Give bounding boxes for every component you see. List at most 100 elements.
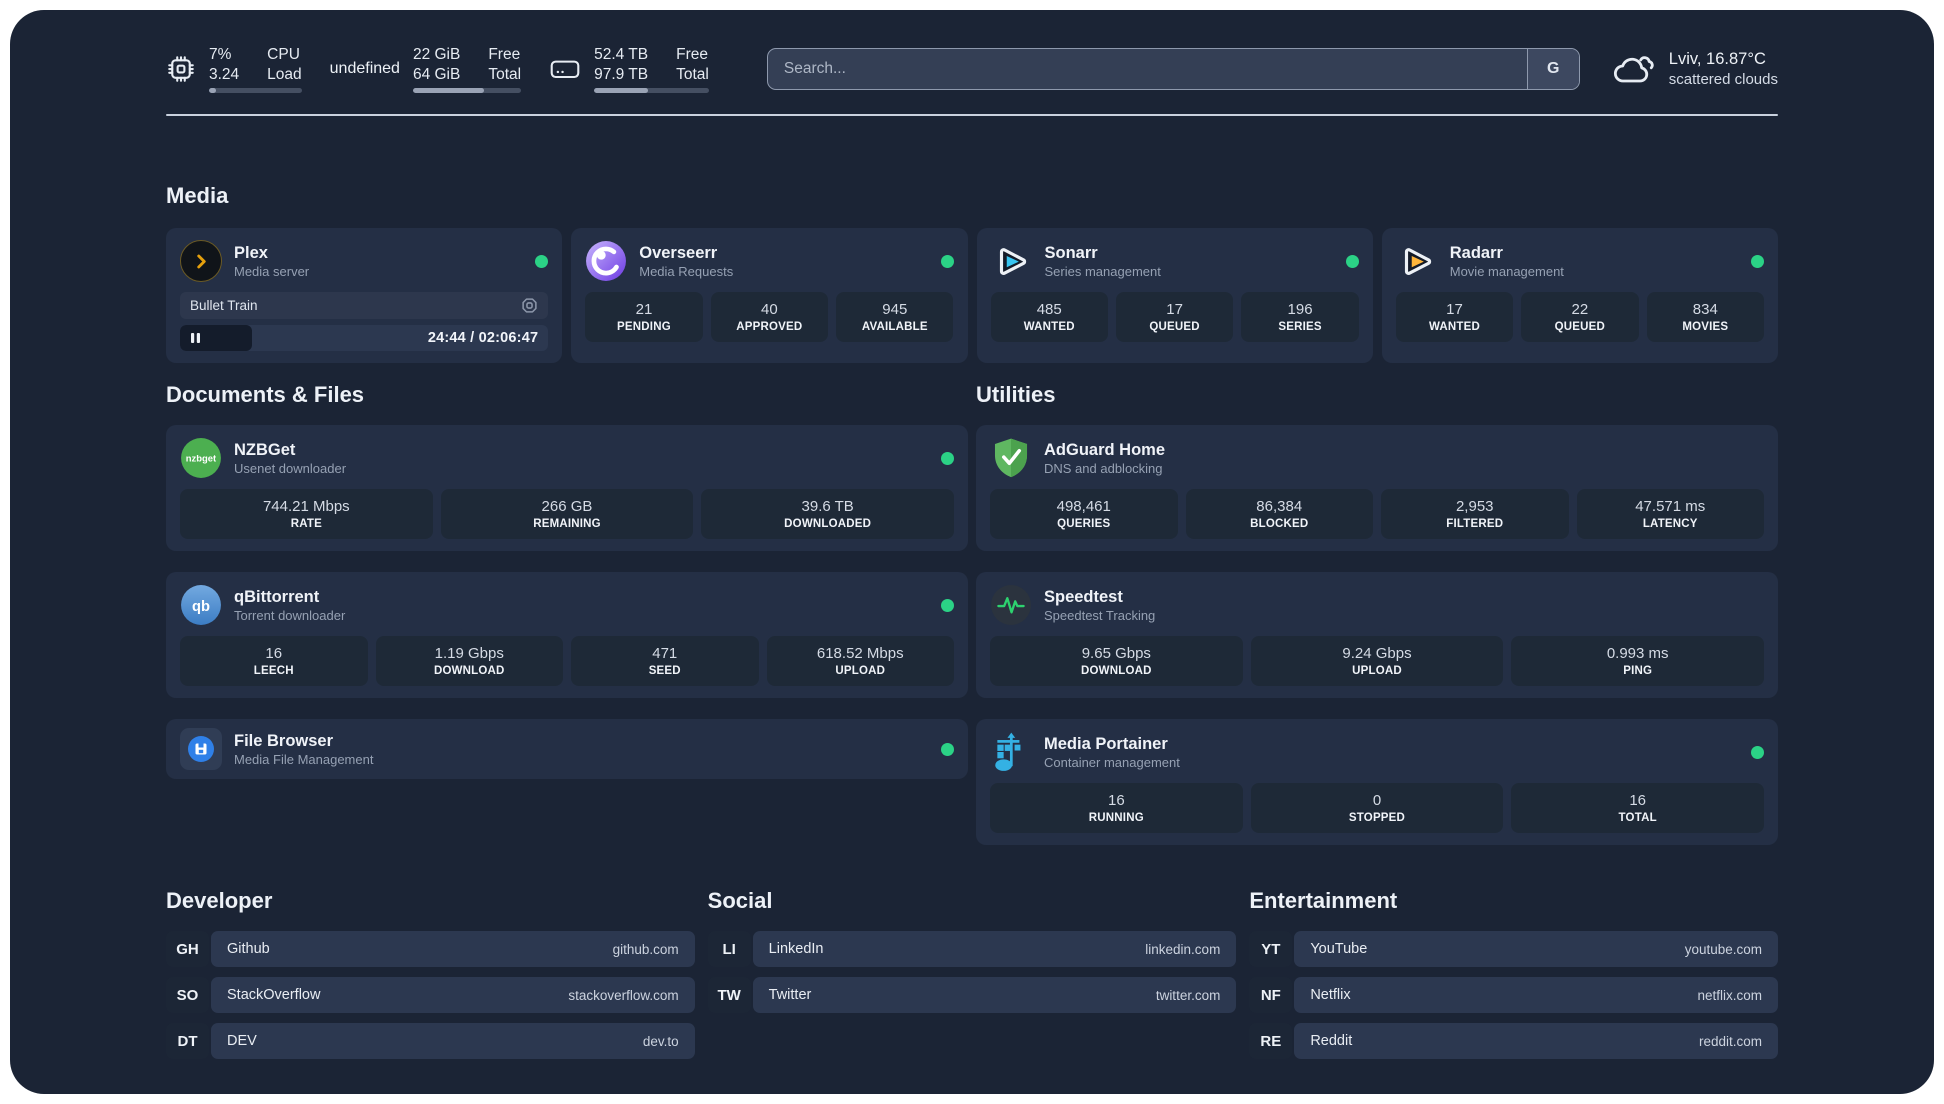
- service-card-qbittorrent[interactable]: qb qBittorrent Torrent downloader 16 LEECH 1.…: [166, 572, 968, 698]
- playback-time: 24:44 / 02:06:47: [427, 330, 539, 346]
- bookmark-name: Twitter: [768, 987, 812, 1003]
- bookmark-netflix[interactable]: NF Netflix netflix.com: [1249, 977, 1778, 1013]
- bookmark-url: twitter.com: [1155, 987, 1221, 1003]
- bookmark-dev[interactable]: DT DEV dev.to: [166, 1023, 695, 1059]
- stat-tile-upload: 618.52 Mbps UPLOAD: [766, 636, 954, 686]
- stat-label: APPROVED: [736, 321, 803, 333]
- service-card-speedtest[interactable]: Speedtest Speedtest Tracking 9.65 Gbps DOWN…: [976, 572, 1778, 698]
- status-online-dot: [941, 598, 954, 612]
- now-playing-row: Bullet Train: [180, 292, 549, 319]
- top-bar: 7% 3.24 CPU Load undefined 22 GiB 64 GiB Free To…: [166, 10, 1778, 100]
- service-card-file-browser[interactable]: File Browser Media File Management: [166, 719, 968, 779]
- service-card-plex[interactable]: Plex Media server Bullet Train 24:44 / 02:0…: [166, 228, 563, 363]
- status-online-dot: [1751, 254, 1764, 268]
- search-box: G: [766, 48, 1580, 90]
- stat-label: LATENCY: [1642, 518, 1698, 530]
- qbittorrent-icon: qb: [180, 584, 222, 626]
- bookmark-name: DEV: [227, 1033, 257, 1049]
- stat-value: 21: [635, 301, 653, 318]
- service-card-nzbget[interactable]: nzbget NZBGet Usenet downloader 744.21 Mbps…: [166, 425, 968, 551]
- system-stats: 7% 3.24 CPU Load undefined 22 GiB 64 GiB Free To…: [166, 45, 737, 93]
- stat-value: 47.571 ms: [1635, 498, 1706, 515]
- service-name: AdGuard Home: [1044, 440, 1166, 459]
- search-provider-button[interactable]: G: [1526, 49, 1579, 89]
- service-name: qBittorrent: [234, 587, 320, 606]
- service-description: DNS and adblocking: [1044, 460, 1163, 476]
- bookmark-linkedin[interactable]: LI LinkedIn linkedin.com: [707, 931, 1237, 967]
- speedtest-icon: [990, 584, 1032, 626]
- playback-progress-fill: [180, 325, 252, 351]
- cpu-value: 3.24: [209, 65, 240, 83]
- playback-progress-bar: 24:44 / 02:06:47: [180, 325, 549, 351]
- section-documents-files: Documents & Files nzbget NZBGet Usenet down…: [166, 381, 968, 845]
- stat-tile-download: 9.65 Gbps DOWNLOAD: [990, 636, 1243, 686]
- section-title-developer: Developer: [166, 888, 273, 913]
- pause-icon: [190, 332, 201, 344]
- bookmark-url: stackoverflow.com: [568, 987, 679, 1003]
- cpu-value: 7%: [209, 46, 232, 63]
- stat-label: LEECH: [253, 665, 294, 677]
- stat-tile-rate: 744.21 Mbps RATE: [180, 489, 433, 539]
- bookmark-url: youtube.com: [1684, 941, 1762, 957]
- bookmark-reddit[interactable]: RE Reddit reddit.com: [1249, 1023, 1778, 1059]
- stat-tile-filtered: 2,953 FILTERED: [1381, 489, 1569, 539]
- bookmark-github[interactable]: GH Github github.com: [166, 931, 695, 967]
- service-card-radarr[interactable]: Radarr Movie management 17 WANTED 22 QUEUED 83…: [1381, 228, 1778, 363]
- stat-label: SEED: [648, 665, 681, 677]
- bookmark-name: Netflix: [1310, 987, 1351, 1003]
- service-card-media-portainer[interactable]: Media Portainer Container management 16 RUN…: [976, 719, 1778, 845]
- stat-label: UPLOAD: [835, 665, 886, 677]
- bookmark-url: netflix.com: [1697, 987, 1762, 1003]
- stat-label: FILTERED: [1446, 518, 1504, 530]
- service-name: Radarr: [1449, 243, 1503, 262]
- stat-value: 0: [1372, 792, 1382, 809]
- ram-icon: undefined: [329, 60, 400, 77]
- stat-label: QUERIES: [1057, 518, 1111, 530]
- disk-value: 97.9 TB: [594, 65, 649, 83]
- service-description: Media File Management: [234, 751, 374, 767]
- service-name: File Browser: [234, 731, 334, 750]
- stat-label: RATE: [290, 518, 322, 530]
- disk-value: Total: [676, 65, 709, 83]
- plex-icon: [180, 240, 222, 282]
- memory-value: Total: [488, 65, 522, 83]
- stat-value: 834: [1692, 301, 1718, 318]
- stat-tile-downloaded: 39.6 TB DOWNLOADED: [701, 489, 954, 539]
- stat-value: 16: [1629, 792, 1646, 809]
- bookmark-stackoverflow[interactable]: SO StackOverflow stackoverflow.com: [166, 977, 695, 1013]
- service-card-overseerr[interactable]: Overseerr Media Requests 21 PENDING 40 APPROV…: [571, 228, 968, 363]
- section-utilities: Utilities AdGuard Home DNS and adblocking 4…: [976, 381, 1778, 845]
- bookmark-youtube[interactable]: YT YouTube youtube.com: [1249, 931, 1778, 967]
- stat-label: QUEUED: [1554, 321, 1606, 333]
- service-name: NZBGet: [234, 440, 296, 459]
- service-description: Media server: [234, 263, 310, 279]
- dashboard-root: 7% 3.24 CPU Load undefined 22 GiB 64 GiB Free To…: [10, 10, 1934, 1094]
- stat-label: DOWNLOAD: [1081, 665, 1152, 677]
- stat-tile-approved: 40 APPROVED: [710, 292, 829, 342]
- bookmark-twitter[interactable]: TW Twitter twitter.com: [707, 977, 1237, 1013]
- disk-usage-bar-fill: [594, 88, 649, 93]
- stat-label: DOWNLOADED: [784, 518, 872, 530]
- service-card-adguard-home[interactable]: AdGuard Home DNS and adblocking 498,461 QUE…: [976, 425, 1778, 551]
- weather-location-temp: Lviv, 16.87°C: [1668, 50, 1766, 68]
- stat-tile-total: 16 TOTAL: [1511, 783, 1764, 833]
- stat-value: 22: [1571, 301, 1589, 318]
- service-card-sonarr[interactable]: Sonarr Series management 485 WANTED 17 QUEUED…: [976, 228, 1373, 363]
- stat-tile-remaining: 266 GB REMAINING: [440, 489, 694, 539]
- section-title-media: Media: [166, 183, 229, 208]
- disk-icon: [549, 54, 581, 84]
- status-online-dot: [941, 451, 954, 465]
- stat-value: 1.19 Gbps: [434, 645, 504, 662]
- stat-label: PING: [1623, 665, 1653, 677]
- sonarr-icon: [991, 240, 1033, 282]
- stat-value: 9.65 Gbps: [1081, 645, 1151, 662]
- topbar-divider: [166, 114, 1778, 116]
- search-input[interactable]: [767, 49, 1527, 89]
- stat-tile-download: 1.19 Gbps DOWNLOAD: [375, 636, 563, 686]
- section-title-documents-files: Documents & Files: [166, 382, 365, 407]
- stat-label: REMAINING: [533, 518, 601, 530]
- now-playing-title: Bullet Train: [190, 298, 258, 313]
- bookmark-abbr: RE: [1249, 1023, 1293, 1059]
- service-name: Plex: [234, 243, 268, 262]
- stat-value: 744.21 Mbps: [262, 498, 350, 515]
